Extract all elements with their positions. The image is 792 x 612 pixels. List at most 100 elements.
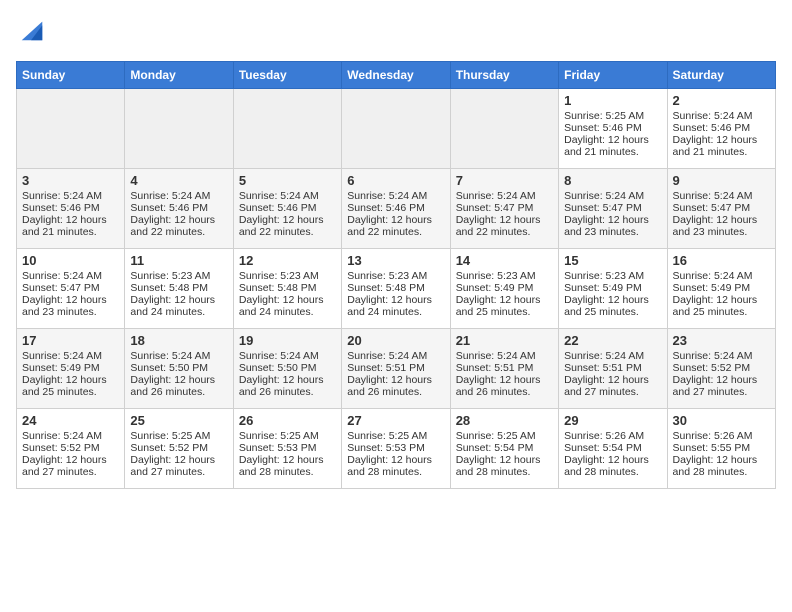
day-info: and 24 minutes. (347, 306, 444, 318)
day-info: Daylight: 12 hours (564, 454, 661, 466)
day-number: 2 (673, 93, 770, 108)
day-info: and 25 minutes. (673, 306, 770, 318)
day-info: Daylight: 12 hours (239, 214, 336, 226)
day-info: Sunrise: 5:25 AM (564, 110, 661, 122)
day-info: Daylight: 12 hours (564, 134, 661, 146)
calendar-cell: 23Sunrise: 5:24 AMSunset: 5:52 PMDayligh… (667, 329, 775, 409)
day-info: Daylight: 12 hours (347, 374, 444, 386)
day-info: Sunset: 5:48 PM (130, 282, 227, 294)
day-info: and 26 minutes. (347, 386, 444, 398)
day-info: and 21 minutes. (673, 146, 770, 158)
day-info: Sunrise: 5:24 AM (456, 190, 553, 202)
calendar-cell: 17Sunrise: 5:24 AMSunset: 5:49 PMDayligh… (17, 329, 125, 409)
calendar-cell: 9Sunrise: 5:24 AMSunset: 5:47 PMDaylight… (667, 169, 775, 249)
day-header-tuesday: Tuesday (233, 62, 341, 89)
day-info: and 21 minutes. (564, 146, 661, 158)
day-info: Sunset: 5:52 PM (130, 442, 227, 454)
day-info: Sunrise: 5:24 AM (22, 270, 119, 282)
day-info: and 25 minutes. (22, 386, 119, 398)
calendar-cell: 19Sunrise: 5:24 AMSunset: 5:50 PMDayligh… (233, 329, 341, 409)
calendar-cell: 24Sunrise: 5:24 AMSunset: 5:52 PMDayligh… (17, 409, 125, 489)
day-info: Sunrise: 5:24 AM (673, 110, 770, 122)
day-info: Sunrise: 5:23 AM (564, 270, 661, 282)
day-number: 1 (564, 93, 661, 108)
calendar-cell (233, 89, 341, 169)
calendar-cell: 22Sunrise: 5:24 AMSunset: 5:51 PMDayligh… (559, 329, 667, 409)
day-info: and 27 minutes. (673, 386, 770, 398)
calendar-cell: 6Sunrise: 5:24 AMSunset: 5:46 PMDaylight… (342, 169, 450, 249)
day-number: 6 (347, 173, 444, 188)
logo-icon (18, 16, 46, 44)
day-info: Sunset: 5:47 PM (456, 202, 553, 214)
calendar-cell: 14Sunrise: 5:23 AMSunset: 5:49 PMDayligh… (450, 249, 558, 329)
day-info: and 28 minutes. (239, 466, 336, 478)
day-info: Daylight: 12 hours (564, 294, 661, 306)
calendar-cell: 29Sunrise: 5:26 AMSunset: 5:54 PMDayligh… (559, 409, 667, 489)
calendar-cell: 8Sunrise: 5:24 AMSunset: 5:47 PMDaylight… (559, 169, 667, 249)
day-info: Daylight: 12 hours (673, 214, 770, 226)
day-info: Sunrise: 5:24 AM (22, 190, 119, 202)
calendar-cell: 10Sunrise: 5:24 AMSunset: 5:47 PMDayligh… (17, 249, 125, 329)
day-info: Daylight: 12 hours (130, 214, 227, 226)
day-info: Daylight: 12 hours (239, 454, 336, 466)
day-number: 18 (130, 333, 227, 348)
day-info: and 28 minutes. (456, 466, 553, 478)
calendar-cell: 3Sunrise: 5:24 AMSunset: 5:46 PMDaylight… (17, 169, 125, 249)
logo-text (16, 16, 46, 49)
calendar-week-2: 10Sunrise: 5:24 AMSunset: 5:47 PMDayligh… (17, 249, 776, 329)
day-info: Daylight: 12 hours (22, 454, 119, 466)
day-info: Daylight: 12 hours (239, 374, 336, 386)
day-info: Daylight: 12 hours (456, 374, 553, 386)
day-info: and 22 minutes. (239, 226, 336, 238)
day-info: Sunrise: 5:25 AM (130, 430, 227, 442)
day-info: Daylight: 12 hours (456, 214, 553, 226)
calendar-week-1: 3Sunrise: 5:24 AMSunset: 5:46 PMDaylight… (17, 169, 776, 249)
calendar-week-0: 1 Sunrise: 5:25 AMSunset: 5:46 PMDaylight… (17, 89, 776, 169)
day-number: 8 (564, 173, 661, 188)
day-info: Sunrise: 5:24 AM (130, 350, 227, 362)
day-info: Sunset: 5:48 PM (239, 282, 336, 294)
calendar-cell: 26Sunrise: 5:25 AMSunset: 5:53 PMDayligh… (233, 409, 341, 489)
day-info: and 26 minutes. (456, 386, 553, 398)
day-info: and 24 minutes. (130, 306, 227, 318)
day-info: Sunrise: 5:24 AM (456, 350, 553, 362)
day-info: Sunset: 5:47 PM (22, 282, 119, 294)
day-info: Sunrise: 5:23 AM (456, 270, 553, 282)
page-header (16, 16, 776, 49)
day-info: and 24 minutes. (239, 306, 336, 318)
day-info: Daylight: 12 hours (239, 294, 336, 306)
day-info: and 21 minutes. (22, 226, 119, 238)
day-info: and 25 minutes. (564, 306, 661, 318)
day-number: 26 (239, 413, 336, 428)
day-info: Sunset: 5:49 PM (564, 282, 661, 294)
day-info: Sunrise: 5:24 AM (239, 190, 336, 202)
calendar-cell: 28Sunrise: 5:25 AMSunset: 5:54 PMDayligh… (450, 409, 558, 489)
day-number: 4 (130, 173, 227, 188)
day-number: 24 (22, 413, 119, 428)
day-info: Sunset: 5:46 PM (347, 202, 444, 214)
day-info: Daylight: 12 hours (130, 454, 227, 466)
day-info: Sunrise: 5:23 AM (239, 270, 336, 282)
day-number: 12 (239, 253, 336, 268)
day-info: Daylight: 12 hours (673, 454, 770, 466)
day-info: Sunrise: 5:26 AM (673, 430, 770, 442)
calendar-cell: 20Sunrise: 5:24 AMSunset: 5:51 PMDayligh… (342, 329, 450, 409)
day-info: Daylight: 12 hours (564, 374, 661, 386)
day-info: Sunrise: 5:24 AM (673, 350, 770, 362)
day-info: Daylight: 12 hours (130, 374, 227, 386)
calendar-cell: 13Sunrise: 5:23 AMSunset: 5:48 PMDayligh… (342, 249, 450, 329)
calendar-week-3: 17Sunrise: 5:24 AMSunset: 5:49 PMDayligh… (17, 329, 776, 409)
calendar-cell (342, 89, 450, 169)
day-info: Daylight: 12 hours (673, 374, 770, 386)
day-number: 5 (239, 173, 336, 188)
day-info: and 23 minutes. (673, 226, 770, 238)
day-number: 21 (456, 333, 553, 348)
day-info: Sunset: 5:46 PM (564, 122, 661, 134)
day-info: Sunset: 5:46 PM (239, 202, 336, 214)
day-number: 7 (456, 173, 553, 188)
day-info: and 25 minutes. (456, 306, 553, 318)
calendar-cell: 15Sunrise: 5:23 AMSunset: 5:49 PMDayligh… (559, 249, 667, 329)
day-info: Sunset: 5:52 PM (22, 442, 119, 454)
calendar-cell: 4Sunrise: 5:24 AMSunset: 5:46 PMDaylight… (125, 169, 233, 249)
day-number: 30 (673, 413, 770, 428)
